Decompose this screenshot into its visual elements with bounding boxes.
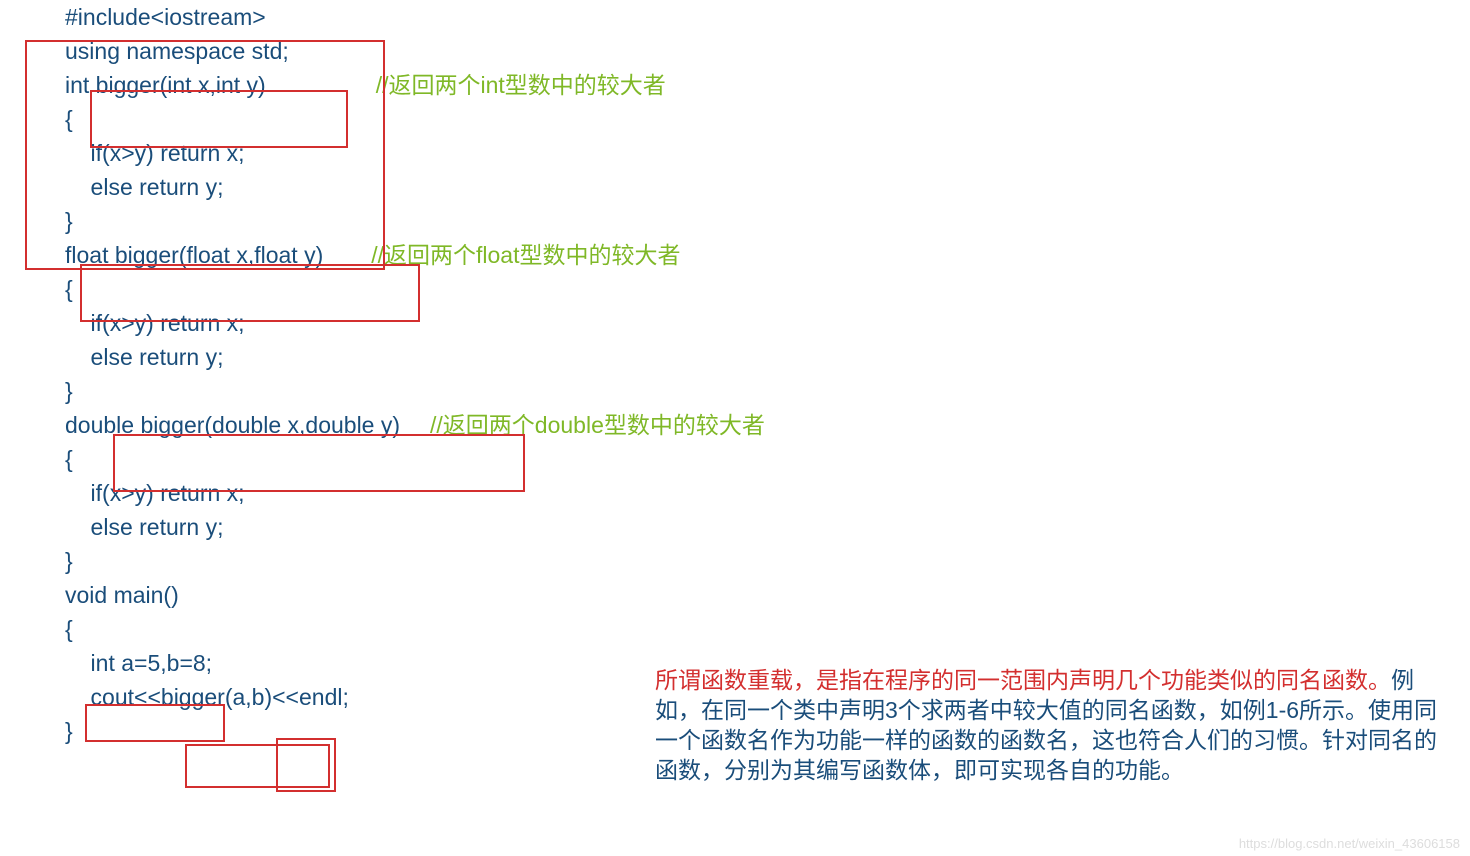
highlight-box [276,738,336,792]
code-line: { [65,276,73,302]
code-line: } [65,718,73,744]
watermark: https://blog.csdn.net/weixin_43606158 [1239,836,1460,851]
highlight-box [80,264,420,322]
code-line: else return y; [65,344,224,370]
highlight-box [25,40,385,270]
code-comment: //返回两个int型数中的较大者 [376,72,666,98]
explanation-text: 所谓函数重载，是指在程序的同一范围内声明几个功能类似的同名函数。例如，在同一个类… [655,665,1455,785]
code-line: void main() [65,582,179,608]
code-line: { [65,616,73,642]
highlight-box [90,90,348,148]
highlight-box [113,434,525,492]
code-line: #include<iostream> [65,4,266,30]
code-line: } [65,548,73,574]
code-line: } [65,378,73,404]
highlight-box [85,704,225,742]
explanation-highlight: 所谓函数重载，是指在程序的同一范围内声明几个功能类似的同名函数。 [655,667,1391,693]
code-line: else return y; [65,514,224,540]
code-line: int a=5,b=8; [65,650,212,676]
code-line: { [65,446,73,472]
